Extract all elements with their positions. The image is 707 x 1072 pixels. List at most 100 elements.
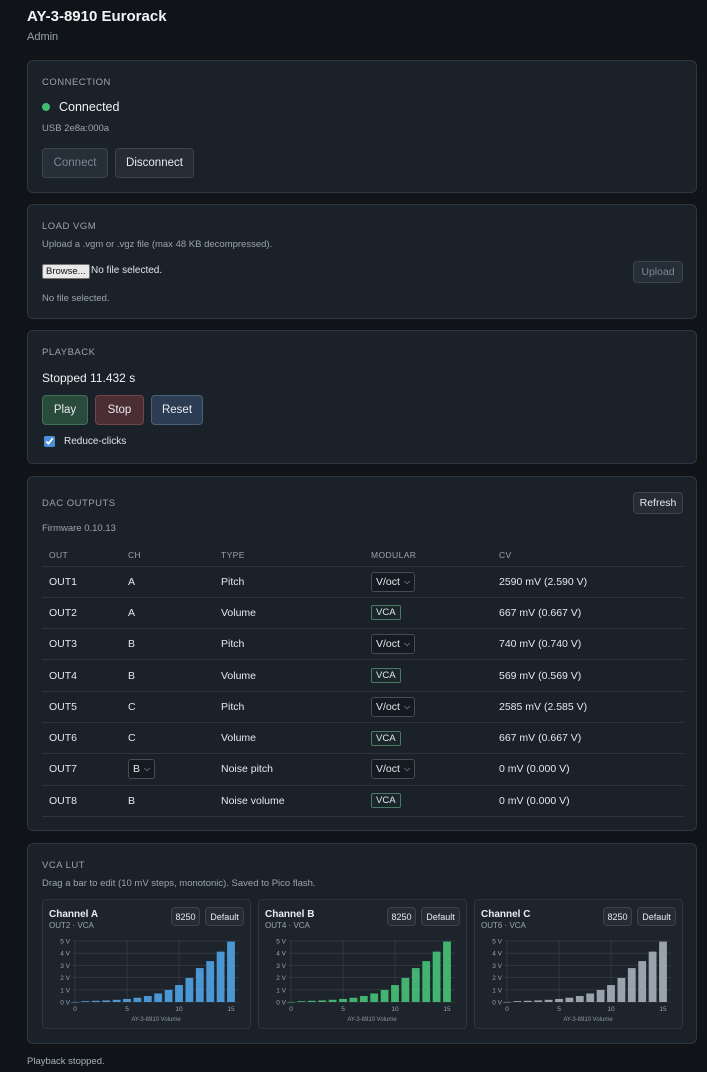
lut-bar[interactable] xyxy=(206,961,215,1002)
lut-bar[interactable] xyxy=(659,941,667,1002)
lut-bar[interactable] xyxy=(328,999,337,1002)
lut-bar[interactable] xyxy=(422,961,431,1002)
lut-default-button[interactable]: Default xyxy=(205,907,244,926)
stop-button[interactable]: Stop xyxy=(95,395,144,425)
lut-bar-chart[interactable]: 0 V 1 V 2 V 3 V 4 V 5 V 0 5 10 15 AY-3-8910 Volume xyxy=(475,936,684,1028)
lut-bar[interactable] xyxy=(143,996,152,1002)
lut-bar[interactable] xyxy=(307,1000,316,1002)
playback-card: PLAYBACK Stopped 11.432 s Play Stop Rese… xyxy=(27,330,697,464)
connection-card: CONNECTION Connected USB 2e8a:000a Conne… xyxy=(27,60,697,193)
out-cell: OUT6 xyxy=(42,722,121,755)
lut-bar-chart[interactable]: 0 V 1 V 2 V 3 V 4 V 5 V 0 5 10 15 AY-3-8910 Volume xyxy=(43,936,252,1028)
cv-cell: 2585 mV (2.585 V) xyxy=(492,691,684,723)
x-axis-label: AY-3-8910 Volume xyxy=(563,1017,613,1023)
x-axis-label: AY-3-8910 Volume xyxy=(131,1017,181,1023)
lut-bar[interactable] xyxy=(627,968,636,1002)
channel-select-value: B xyxy=(133,763,141,776)
lut-bar[interactable] xyxy=(123,998,131,1002)
lut-bar[interactable] xyxy=(133,997,142,1002)
lut-bar[interactable] xyxy=(185,977,194,1002)
lut-chart-channel-c: Channel C OUT6 · VCA 8250 Default 0 V 1 V 2 V 3… xyxy=(474,899,683,1029)
modular-select[interactable]: V/oct ⌵ xyxy=(371,696,416,717)
connect-button[interactable]: Connect xyxy=(42,148,108,178)
lut-bar[interactable] xyxy=(401,977,410,1002)
lut-value-field[interactable]: 8250 xyxy=(387,907,416,926)
table-row: OUT3 B Pitch V/oct ⌵ 740 mV (0.740 V) xyxy=(42,628,684,661)
app-title: AY-3-8910 Eurorack xyxy=(27,8,167,25)
lut-bar[interactable] xyxy=(596,989,605,1002)
ch-cell: A xyxy=(121,597,214,630)
lut-bar[interactable] xyxy=(339,998,347,1002)
lut-bar[interactable] xyxy=(216,951,225,1002)
lut-bar[interactable] xyxy=(102,1000,111,1002)
lut-bar[interactable] xyxy=(287,1002,295,1003)
lut-bar[interactable] xyxy=(297,1001,306,1002)
lut-bar[interactable] xyxy=(359,996,368,1002)
load-vgm-message: No file selected. xyxy=(42,293,110,304)
lut-bar[interactable] xyxy=(503,1002,511,1003)
playback-section-title: PLAYBACK xyxy=(42,347,96,358)
lut-bar[interactable] xyxy=(227,941,235,1002)
lut-bar[interactable] xyxy=(523,1000,532,1002)
modular-select[interactable]: V/oct ⌵ xyxy=(371,759,416,780)
lut-bar[interactable] xyxy=(586,993,595,1002)
out-cell: OUT4 xyxy=(42,659,121,692)
cv-cell: 667 mV (0.667 V) xyxy=(492,722,684,755)
lut-bar[interactable] xyxy=(638,961,647,1002)
lut-bar[interactable] xyxy=(432,951,441,1002)
lut-bar[interactable] xyxy=(154,993,163,1002)
refresh-button[interactable]: Refresh xyxy=(633,492,683,514)
x-tick-label: 15 xyxy=(443,1006,451,1013)
lut-bar[interactable] xyxy=(112,999,121,1002)
lut-bar[interactable] xyxy=(175,985,183,1002)
chevron-down-icon: ⌵ xyxy=(144,764,151,774)
lut-bar[interactable] xyxy=(391,985,399,1002)
play-button[interactable]: Play xyxy=(42,395,88,425)
modular-select[interactable]: V/oct ⌵ xyxy=(371,634,416,655)
lut-bar[interactable] xyxy=(607,985,615,1002)
lut-bar[interactable] xyxy=(91,1000,100,1002)
lut-value-field[interactable]: 8250 xyxy=(603,907,632,926)
x-tick-label: 15 xyxy=(659,1006,667,1013)
cv-cell: 0 mV (0.000 V) xyxy=(492,785,684,817)
lut-bar[interactable] xyxy=(617,977,626,1002)
y-tick-label: 0 V xyxy=(276,1000,286,1007)
disconnect-button[interactable]: Disconnect xyxy=(115,148,194,178)
lut-bar[interactable] xyxy=(565,997,574,1002)
browse-button[interactable]: Browse... xyxy=(42,264,90,279)
lut-bar[interactable] xyxy=(349,997,358,1002)
app-subtitle: Admin xyxy=(27,31,59,43)
lut-bar[interactable] xyxy=(575,996,584,1002)
lut-bar[interactable] xyxy=(411,968,420,1002)
lut-bar[interactable] xyxy=(555,998,563,1002)
modular-select[interactable]: V/oct ⌵ xyxy=(371,571,416,592)
reduce-clicks-checkbox[interactable] xyxy=(44,436,55,447)
lut-bar[interactable] xyxy=(380,989,389,1002)
lut-bar[interactable] xyxy=(544,999,553,1002)
x-tick-label: 10 xyxy=(607,1006,615,1013)
lut-bar[interactable] xyxy=(164,989,173,1002)
lut-bar[interactable] xyxy=(81,1001,90,1002)
reset-button[interactable]: Reset xyxy=(151,395,203,425)
lut-bar[interactable] xyxy=(443,941,451,1002)
lut-bar[interactable] xyxy=(534,1000,543,1002)
lut-bar[interactable] xyxy=(513,1001,522,1002)
lut-value-field[interactable]: 8250 xyxy=(171,907,200,926)
connection-section-title: CONNECTION xyxy=(42,77,111,88)
lut-bar[interactable] xyxy=(195,968,204,1002)
lut-bar[interactable] xyxy=(370,993,379,1002)
upload-button[interactable]: Upload xyxy=(633,261,683,283)
table-header-row: OUT CH TYPE MODULAR CV xyxy=(42,545,684,567)
lut-bar[interactable] xyxy=(648,951,657,1002)
channel-select[interactable]: B ⌵ xyxy=(128,759,156,780)
ch-cell: B ⌵ xyxy=(121,753,214,786)
modular-cell: V/oct ⌵ xyxy=(364,691,492,723)
lut-bar[interactable] xyxy=(71,1002,79,1003)
lut-bar-chart[interactable]: 0 V 1 V 2 V 3 V 4 V 5 V 0 5 10 15 AY-3-8910 Volume xyxy=(259,936,468,1028)
lut-default-button[interactable]: Default xyxy=(637,907,676,926)
out-cell: OUT1 xyxy=(42,566,121,598)
modular-tag: VCA xyxy=(371,668,401,684)
lut-bar[interactable] xyxy=(318,1000,327,1002)
lut-default-button[interactable]: Default xyxy=(421,907,460,926)
lut-channel-title: Channel A xyxy=(49,909,99,920)
